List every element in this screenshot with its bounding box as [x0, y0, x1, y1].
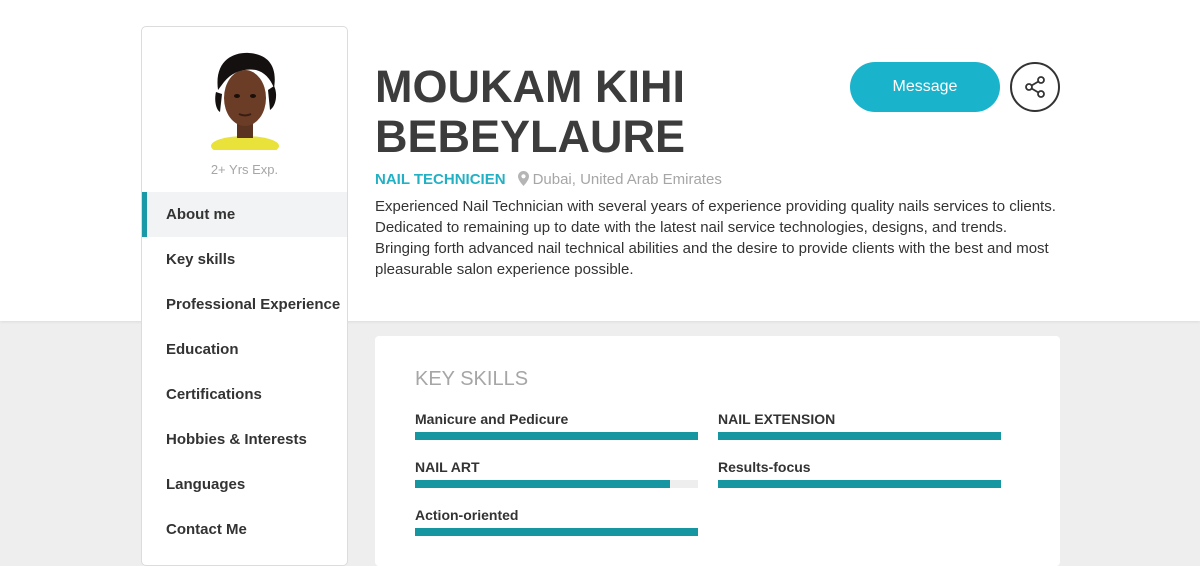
skill-bar-fill	[415, 480, 670, 488]
nav-item-certifications[interactable]: Certifications	[142, 372, 347, 417]
location-pin-icon	[517, 171, 529, 192]
sidebar-nav: About me Key skills Professional Experie…	[142, 192, 347, 552]
skill-item: NAIL EXTENSION	[718, 410, 1001, 440]
skill-label: Manicure and Pedicure	[415, 411, 569, 427]
skill-bar-fill	[718, 432, 1001, 440]
skill-bar-track	[718, 432, 1001, 440]
nav-item-education[interactable]: Education	[142, 327, 347, 372]
experience-label: 2+ Yrs Exp.	[210, 162, 279, 177]
profile-sidebar: 2+ Yrs Exp. About me Key skills Professi…	[141, 26, 348, 566]
skill-item: Manicure and Pedicure	[415, 410, 698, 440]
skill-item: Action-oriented	[415, 506, 698, 536]
skill-item: Results-focus	[718, 458, 1001, 488]
message-button[interactable]: Message	[850, 62, 1000, 112]
job-title: NAIL TECHNICIEN	[375, 171, 506, 188]
key-skills-card: KEY SKILLS Manicure and Pedicure NAIL EX…	[375, 336, 1060, 566]
skill-label: Action-oriented	[415, 507, 519, 523]
profile-name: MOUKAM KIHI BEBEYLAURE	[375, 61, 686, 162]
role-location-line: NAIL TECHNICIEN Dubai, United Arab Emirat…	[375, 170, 722, 192]
profile-avatar	[211, 52, 279, 150]
nav-item-key-skills[interactable]: Key skills	[142, 237, 347, 282]
nav-item-hobbies-interests[interactable]: Hobbies & Interests	[142, 417, 347, 462]
skill-label: Results-focus	[718, 459, 811, 475]
skill-item: NAIL ART	[415, 458, 698, 488]
skill-bar-fill	[415, 528, 698, 536]
skill-bar-track	[718, 480, 1001, 488]
skill-bar-track	[415, 480, 698, 488]
profile-bio: Experienced Nail Technician with several…	[375, 198, 1056, 278]
skill-label: NAIL EXTENSION	[718, 411, 836, 427]
skill-bar-fill	[415, 432, 698, 440]
nav-item-professional-experience[interactable]: Professional Experience	[142, 282, 347, 327]
skill-label: NAIL ART	[415, 459, 480, 475]
skill-bar-track	[415, 432, 698, 440]
location-text: Dubai, United Arab Emirates	[532, 171, 722, 188]
key-skills-title: KEY SKILLS	[415, 368, 529, 390]
skill-bar-track	[415, 528, 698, 536]
nav-item-about-me[interactable]: About me	[142, 192, 347, 237]
skill-bar-fill	[718, 480, 1001, 488]
nav-item-contact-me[interactable]: Contact Me	[142, 507, 347, 552]
share-button[interactable]	[1010, 62, 1060, 112]
nav-item-languages[interactable]: Languages	[142, 462, 347, 507]
share-icon	[1025, 76, 1045, 98]
